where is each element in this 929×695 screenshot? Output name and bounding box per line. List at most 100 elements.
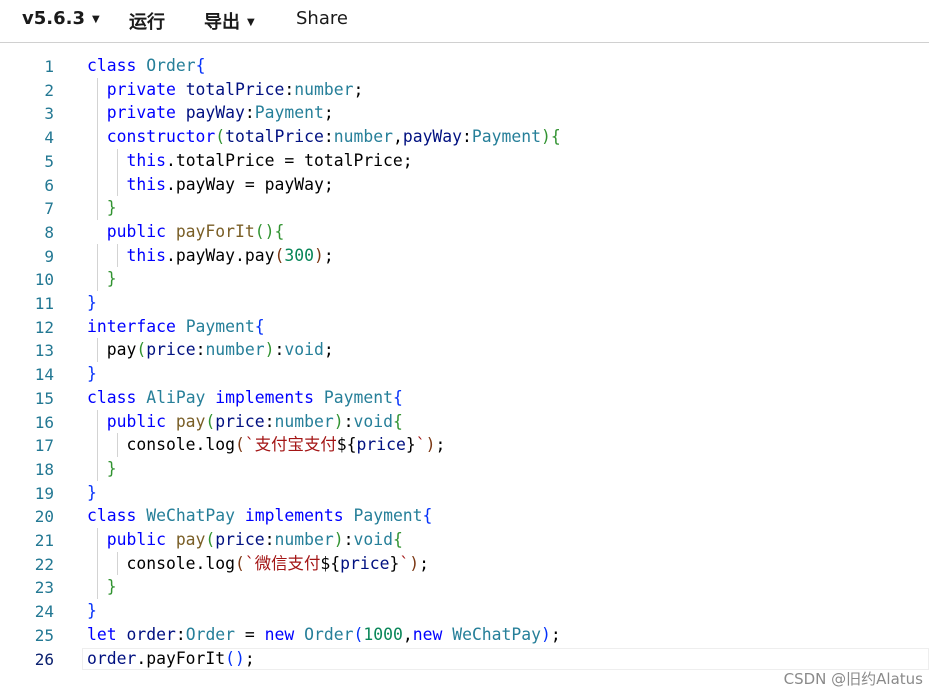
export-label: 导出 bbox=[204, 12, 240, 33]
code-line[interactable]: } bbox=[87, 481, 97, 505]
line-number: 14 bbox=[34, 365, 54, 385]
code-token: .totalPrice = totalPrice; bbox=[165, 150, 413, 170]
line-number: 6 bbox=[44, 175, 54, 195]
code-token: public bbox=[87, 530, 176, 549]
code-token: Order bbox=[146, 56, 196, 75]
code-line[interactable]: } bbox=[87, 599, 97, 623]
run-label: 运行 bbox=[129, 12, 165, 33]
code-token: { bbox=[550, 127, 561, 147]
code-line[interactable]: interface Payment{ bbox=[87, 315, 265, 339]
code-line[interactable]: public pay(price:number):void{ bbox=[87, 528, 403, 552]
code-token: constructor bbox=[87, 127, 216, 147]
code-token: } bbox=[87, 293, 97, 312]
code-line[interactable]: private totalPrice:number; bbox=[87, 78, 364, 102]
code-token: } bbox=[87, 601, 97, 621]
code-token: price bbox=[146, 340, 196, 360]
code-token: totalPrice bbox=[225, 127, 324, 147]
code-line[interactable]: public pay(price:number):void{ bbox=[87, 410, 403, 434]
code-token: : bbox=[264, 530, 275, 549]
export-dropdown[interactable]: 导出 ▼ bbox=[204, 8, 255, 34]
code-token: () bbox=[225, 648, 245, 668]
code-token: public bbox=[87, 411, 176, 431]
code-line[interactable]: class Order{ bbox=[87, 54, 205, 78]
code-token: price bbox=[340, 553, 390, 573]
code-token: pay bbox=[175, 530, 206, 549]
code-token: ; bbox=[323, 245, 334, 265]
code-line[interactable]: console.log(`微信支付${price}`); bbox=[87, 552, 428, 576]
code-line[interactable]: private payWay:Payment; bbox=[87, 101, 334, 125]
code-token: Payment bbox=[471, 127, 541, 147]
code-token: Order bbox=[185, 624, 236, 644]
line-number: 2 bbox=[44, 80, 54, 100]
code-editor[interactable]: 1 2 3 4 5 6 7 8 9 10 11 12 13 14 15 16 17 18 19 20 21 22 23 24 2… bbox=[0, 43, 929, 695]
code-line[interactable]: let order:Order = new Order(1000,new WeC… bbox=[87, 623, 561, 647]
code-token: } bbox=[389, 553, 400, 573]
line-number: 10 bbox=[34, 270, 54, 290]
code-token: new bbox=[412, 624, 453, 644]
code-token: `微信支付 bbox=[244, 553, 321, 573]
code-token: console.log bbox=[87, 553, 236, 573]
version-dropdown[interactable]: v5.6.3 ▼ bbox=[22, 8, 100, 29]
line-number: 4 bbox=[44, 128, 54, 148]
code-line[interactable]: } bbox=[87, 457, 117, 481]
share-button[interactable]: Share bbox=[296, 8, 348, 29]
code-token: ( bbox=[205, 411, 216, 431]
code-line[interactable]: } bbox=[87, 196, 117, 220]
code-line[interactable]: this.payWay = payWay; bbox=[87, 173, 333, 197]
code-line[interactable]: class AliPay implements Payment{ bbox=[87, 386, 403, 410]
code-token: ; bbox=[244, 648, 255, 668]
line-number: 7 bbox=[44, 199, 54, 219]
code-token: ) bbox=[333, 411, 344, 431]
run-button[interactable]: 运行 bbox=[129, 8, 165, 34]
code-token: : bbox=[462, 127, 472, 147]
chevron-down-icon: ▼ bbox=[91, 14, 100, 25]
code-line[interactable]: public payForIt(){ bbox=[87, 220, 285, 244]
code-token: { bbox=[392, 530, 403, 549]
code-token: : bbox=[343, 530, 354, 549]
code-line[interactable]: this.payWay.pay(300); bbox=[87, 244, 334, 268]
code-token: ; bbox=[435, 435, 446, 455]
code-line[interactable]: console.log(`支付宝支付${price}`); bbox=[87, 433, 445, 457]
code-token: ) bbox=[541, 624, 551, 644]
code-line[interactable]: pay(price:number):void; bbox=[87, 338, 334, 362]
code-token: number bbox=[274, 411, 334, 431]
code-token: } bbox=[87, 458, 117, 478]
line-number: 20 bbox=[34, 507, 54, 527]
code-token: , bbox=[402, 624, 413, 644]
code-token: class bbox=[87, 56, 147, 75]
code-token: number bbox=[205, 340, 265, 360]
code-token: WeChatPay bbox=[452, 624, 542, 644]
line-number: 15 bbox=[34, 388, 54, 408]
code-token: { bbox=[422, 506, 433, 526]
code-token: this bbox=[87, 150, 166, 170]
code-token: pay bbox=[87, 340, 137, 360]
code-token: ; bbox=[323, 340, 334, 360]
code-token: number bbox=[294, 79, 354, 99]
code-line[interactable]: } bbox=[87, 267, 117, 291]
line-number: 19 bbox=[34, 483, 54, 503]
code-token: ( bbox=[235, 553, 245, 573]
code-token: { bbox=[195, 56, 206, 75]
code-token: WeChatPay bbox=[146, 506, 245, 526]
code-line[interactable]: class WeChatPay implements Payment{ bbox=[87, 504, 432, 528]
code-token: Order bbox=[304, 624, 354, 644]
share-label: Share bbox=[296, 8, 348, 29]
code-line[interactable]: } bbox=[87, 291, 97, 315]
line-number: 18 bbox=[34, 459, 54, 479]
code-line[interactable]: } bbox=[87, 362, 97, 386]
code-token: ) bbox=[314, 245, 324, 265]
code-token: ( bbox=[353, 624, 364, 644]
code-line[interactable]: order.payForIt(); bbox=[87, 647, 255, 671]
code-line[interactable]: } bbox=[87, 575, 117, 599]
code-line[interactable]: this.totalPrice = totalPrice; bbox=[87, 149, 413, 173]
indent-guide bbox=[97, 243, 98, 291]
code-line[interactable]: constructor(totalPrice:number,payWay:Pay… bbox=[87, 125, 561, 149]
watermark: CSDN @旧约Alatus bbox=[783, 670, 923, 688]
indent-guide bbox=[117, 433, 118, 457]
code-token: payForIt bbox=[175, 221, 255, 241]
line-number: 22 bbox=[34, 554, 54, 574]
code-token: ) bbox=[264, 340, 275, 360]
line-number: 3 bbox=[44, 104, 54, 124]
code-token: pay bbox=[175, 411, 206, 431]
code-token: ( bbox=[274, 245, 285, 265]
